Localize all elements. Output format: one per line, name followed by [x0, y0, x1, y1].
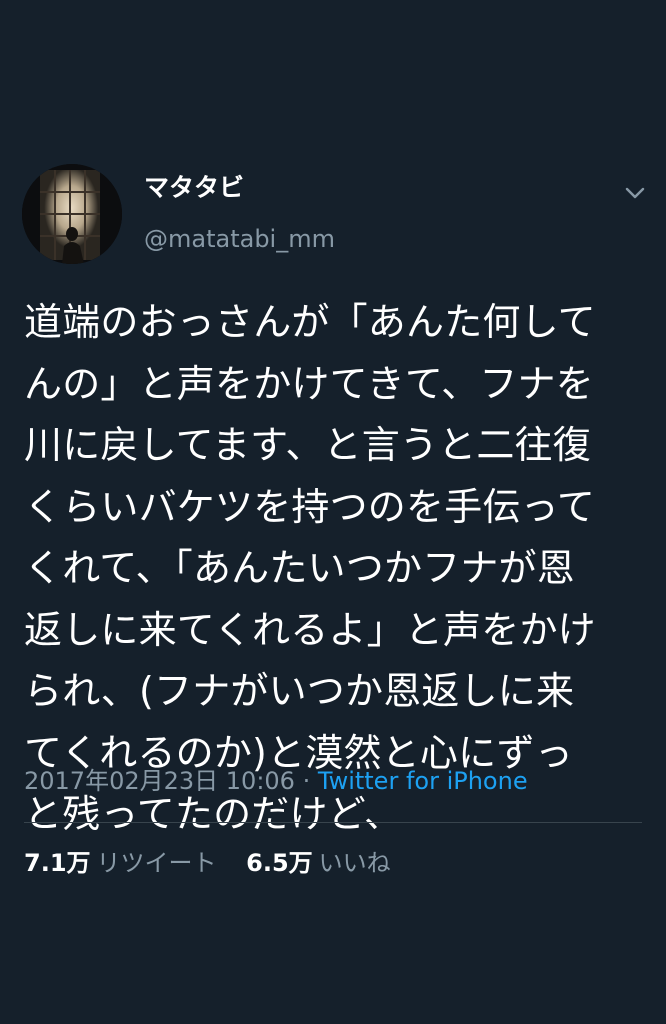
tweet-text-line: 道端のおっさんが「あんた何して: [24, 300, 596, 344]
retweets-stat[interactable]: 7.1万 リツイート: [24, 846, 217, 880]
tweet-detail: マタタビ @matatabi_mm 道端のおっさんが「あんた何して んの」と声をか…: [0, 0, 666, 1024]
timestamp[interactable]: 2017年02月23日 10:06: [24, 767, 295, 795]
retweet-label: リツイート: [96, 849, 217, 877]
user-handle[interactable]: @matatabi_mm: [144, 222, 335, 256]
tweet-text-line: んの」と声をかけてきて、フナを: [24, 361, 594, 406]
avatar-image: [22, 164, 122, 264]
like-count: 6.5万: [246, 849, 313, 877]
engagement-stats: 7.1万 リツイート 6.5万 いいね: [24, 846, 391, 880]
display-name[interactable]: マタタビ: [144, 170, 244, 206]
tweet-meta: 2017年02月23日 10:06 · Twitter for iPhone: [24, 764, 528, 798]
meta-separator: ·: [302, 767, 311, 795]
chevron-down-icon[interactable]: [620, 178, 650, 208]
tweet-text-line: くらいバケツを持つのを手伝って: [24, 484, 596, 529]
like-label: いいね: [318, 849, 391, 877]
tweet-text-line: 返しに来てくれるよ」と声をかけ: [24, 607, 596, 652]
retweet-count: 7.1万: [24, 849, 91, 877]
tweet-text-line: くれて、「あんたいつかフナが恩: [24, 546, 575, 590]
divider: [24, 822, 642, 823]
tweet-text-line: 川に戻してます、と言うと二往復: [24, 423, 591, 467]
tweet-text-line: られ、(フナがいつか恩返しに来: [24, 669, 575, 713]
avatar[interactable]: [22, 164, 122, 264]
tweet-text: 道端のおっさんが「あんた何して んの」と声をかけてきて、フナを 川に戻してます、と言…: [24, 292, 642, 846]
likes-stat[interactable]: 6.5万 いいね: [246, 846, 391, 880]
source-link[interactable]: Twitter for iPhone: [318, 767, 528, 795]
